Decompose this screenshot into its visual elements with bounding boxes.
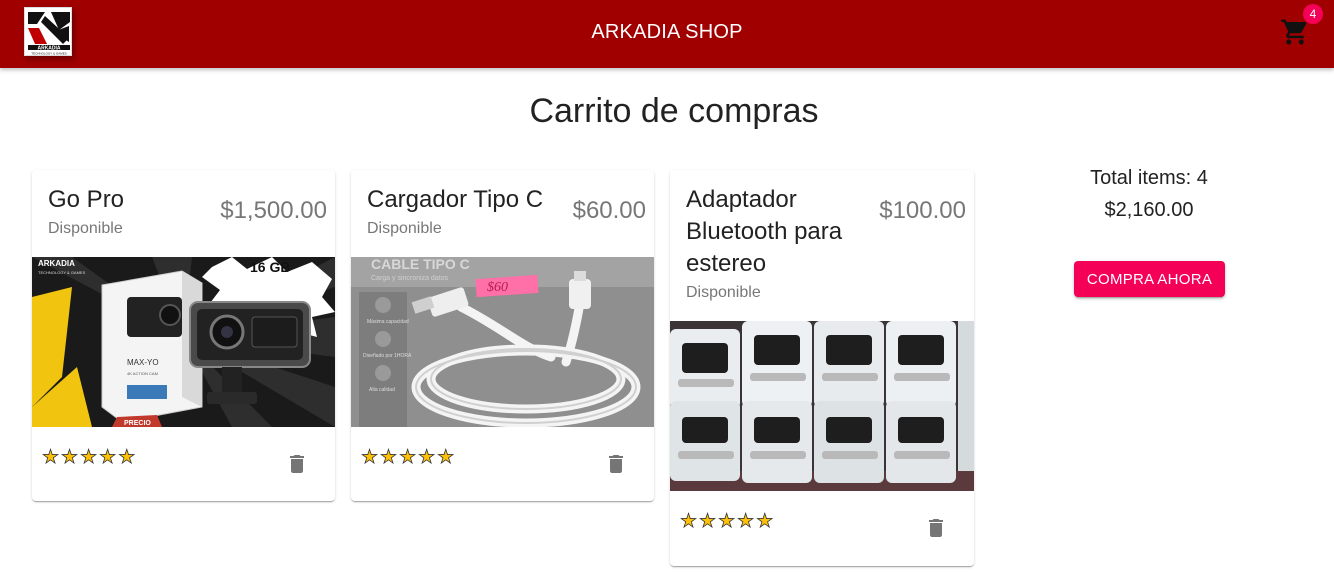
- svg-text:CABLE TIPO C: CABLE TIPO C: [371, 257, 470, 272]
- svg-text:$60: $60: [487, 280, 508, 295]
- svg-text:MAX-YO: MAX-YO: [127, 358, 159, 367]
- star-icon: ★: [680, 511, 698, 532]
- buy-now-button[interactable]: COMPRA AHORA: [1074, 261, 1225, 297]
- star-icon: ★: [737, 511, 755, 532]
- arkadia-logo[interactable]: ARKADIA TECHNOLOGY & GAMES: [24, 7, 72, 56]
- star-icon: ★: [756, 511, 774, 532]
- rating-stars: ★ ★ ★ ★ ★: [680, 511, 774, 532]
- rating-stars: ★ ★ ★ ★ ★: [42, 447, 136, 468]
- product-title: Cargador Tipo C: [367, 186, 544, 213]
- star-icon: ★: [437, 447, 455, 468]
- app-bar: ARKADIA TECHNOLOGY & GAMES ARKADIA SHOP …: [0, 0, 1334, 68]
- star-icon: ★: [99, 447, 117, 468]
- svg-text:ARKADIA: ARKADIA: [38, 259, 75, 268]
- svg-text:Alta calidad: Alta calidad: [369, 387, 395, 393]
- star-icon: ★: [80, 447, 98, 468]
- product-image-gopro[interactable]: 16 GB ARKADIA TECHNOLOGY & GAMES MAX-YO …: [32, 257, 335, 427]
- product-price: $1,500.00: [220, 197, 327, 224]
- svg-text:Diseñado por 1HORA: Diseñado por 1HORA: [363, 353, 412, 359]
- app-title: ARKADIA SHOP: [591, 21, 743, 43]
- svg-text:Máxima capacidad: Máxima capacidad: [367, 319, 409, 325]
- delete-button[interactable]: [912, 504, 960, 552]
- rating-stars: ★ ★ ★ ★ ★: [361, 447, 455, 468]
- trash-icon: [929, 519, 943, 537]
- total-items-label: Total items: 4: [1090, 167, 1208, 189]
- product-price: $100.00: [879, 197, 966, 224]
- product-card-gopro: Go Pro Disponible $1,500.00 16 GB ARKADI…: [32, 170, 335, 501]
- delete-button[interactable]: [273, 440, 321, 488]
- product-status: Disponible: [686, 284, 761, 301]
- svg-text:TECHNOLOGY & GAMES: TECHNOLOGY & GAMES: [38, 270, 86, 275]
- svg-text:TECHNOLOGY & GAMES: TECHNOLOGY & GAMES: [31, 52, 66, 56]
- delete-button[interactable]: [592, 440, 640, 488]
- star-icon: ★: [61, 447, 79, 468]
- star-icon: ★: [418, 447, 436, 468]
- trash-icon: [290, 455, 304, 473]
- product-title: Go Pro: [48, 186, 125, 213]
- product-card-bluetooth: Adaptador Bluetooth para estereo Disponi…: [670, 170, 974, 566]
- trash-icon: [609, 455, 623, 473]
- svg-text:Carga y sincroniza datos: Carga y sincroniza datos: [371, 275, 449, 282]
- svg-text:PRECIO: PRECIO: [124, 420, 151, 427]
- svg-text:4K ACTION CAM: 4K ACTION CAM: [127, 371, 158, 376]
- star-icon: ★: [718, 511, 736, 532]
- svg-text:ARKADIA: ARKADIA: [37, 45, 60, 51]
- product-image-bluetooth[interactable]: [670, 321, 974, 491]
- product-image-charger[interactable]: CABLE TIPO C Carga y sincroniza datos Má…: [351, 257, 654, 427]
- star-icon: ★: [118, 447, 136, 468]
- product-card-charger: Cargador Tipo C Disponible $60.00 CABLE …: [351, 170, 654, 501]
- cart-button[interactable]: 4: [1274, 4, 1323, 54]
- star-icon: ★: [380, 447, 398, 468]
- page-title: Carrito de compras: [529, 92, 819, 130]
- star-icon: ★: [361, 447, 379, 468]
- star-icon: ★: [699, 511, 717, 532]
- total-price: $2,160.00: [1104, 199, 1194, 221]
- svg-text:16 GB: 16 GB: [250, 259, 290, 275]
- cart-count-badge: 4: [1303, 4, 1323, 24]
- product-status: Disponible: [48, 220, 123, 237]
- product-status: Disponible: [367, 220, 442, 237]
- product-price: $60.00: [572, 197, 646, 224]
- star-icon: ★: [42, 447, 60, 468]
- product-title: Adaptador Bluetooth para estereo: [686, 186, 843, 277]
- star-icon: ★: [399, 447, 417, 468]
